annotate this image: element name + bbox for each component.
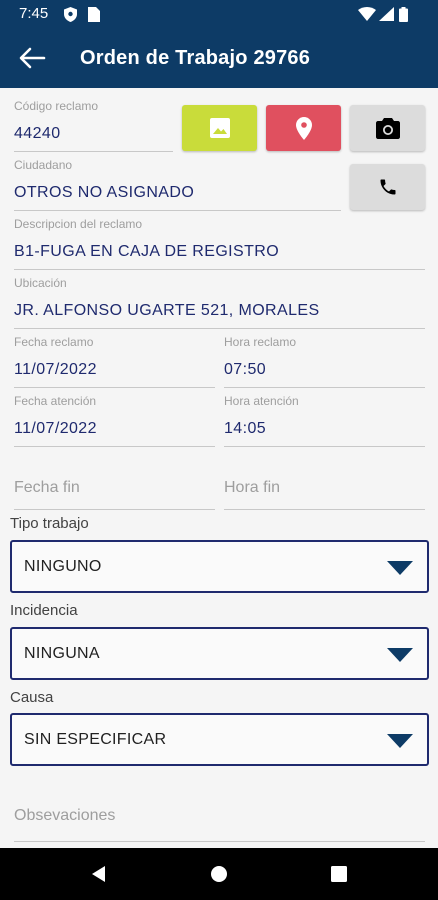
hora-fin-field[interactable]: Hora fin — [224, 479, 425, 510]
observaciones-placeholder[interactable]: Obsevaciones — [14, 807, 425, 829]
field-underline — [14, 328, 425, 329]
dropdown-caret-icon — [387, 648, 413, 662]
sim-icon — [88, 7, 100, 22]
field-underline — [224, 387, 425, 388]
codigo-reclamo-label: Código reclamo — [14, 99, 99, 113]
tipo-trabajo-label: Tipo trabajo — [10, 515, 89, 532]
back-arrow-icon[interactable] — [18, 46, 46, 70]
image-icon — [209, 118, 230, 138]
fecha-fin-field[interactable]: Fecha fin — [14, 479, 215, 510]
field-underline — [14, 210, 341, 211]
wifi-icon — [358, 7, 376, 21]
hora-reclamo-label: Hora reclamo — [224, 335, 297, 349]
system-nav-bar — [0, 848, 438, 900]
dropdown-caret-icon — [387, 561, 413, 575]
hora-reclamo-value[interactable]: 07:50 — [224, 361, 425, 383]
tipo-trabajo-value: NINGUNO — [24, 558, 102, 575]
shield-icon — [64, 7, 77, 22]
fecha-reclamo-value[interactable]: 11/07/2022 — [14, 361, 215, 383]
status-bar: 7:45 — [0, 0, 438, 28]
fecha-atencion-field[interactable]: Fecha atención 11/07/2022 — [14, 394, 215, 447]
phone-icon — [380, 179, 395, 195]
field-underline — [224, 509, 425, 510]
field-underline — [14, 509, 215, 510]
ubicacion-value[interactable]: JR. ALFONSO UGARTE 521, MORALES — [14, 302, 425, 324]
app-bar: Orden de Trabajo 29766 — [0, 28, 438, 88]
hora-reclamo-field[interactable]: Hora reclamo 07:50 — [224, 335, 425, 388]
ciudadano-label: Ciudadano — [14, 158, 73, 172]
descripcion-label: Descripcion del reclamo — [14, 217, 143, 231]
causa-dropdown[interactable]: SIN ESPECIFICAR — [10, 713, 429, 766]
incidencia-label: Incidencia — [10, 602, 78, 619]
nav-recents-icon[interactable] — [329, 864, 349, 884]
field-underline — [14, 269, 425, 270]
nav-home-icon[interactable] — [209, 864, 229, 884]
status-time: 7:45 — [19, 5, 49, 22]
incidencia-dropdown[interactable]: NINGUNA — [10, 627, 429, 680]
fecha-atencion-value[interactable]: 11/07/2022 — [14, 420, 215, 442]
fecha-atencion-label: Fecha atención — [14, 394, 97, 408]
codigo-reclamo-value[interactable]: 44240 — [14, 125, 173, 147]
hora-atencion-label: Hora atención — [224, 394, 299, 408]
hora-fin-placeholder[interactable]: Hora fin — [224, 479, 425, 501]
ubicacion-field[interactable]: Ubicación JR. ALFONSO UGARTE 521, MORALE… — [14, 276, 425, 329]
dropdown-caret-icon — [387, 734, 413, 748]
location-pin-icon — [295, 116, 312, 140]
tipo-trabajo-dropdown[interactable]: NINGUNO — [10, 540, 429, 593]
descripcion-field[interactable]: Descripcion del reclamo B1-FUGA EN CAJA … — [14, 217, 425, 270]
hora-atencion-field[interactable]: Hora atención 14:05 — [224, 394, 425, 447]
descripcion-value[interactable]: B1-FUGA EN CAJA DE REGISTRO — [14, 243, 425, 265]
hora-atencion-value[interactable]: 14:05 — [224, 420, 425, 442]
fecha-reclamo-field[interactable]: Fecha reclamo 11/07/2022 — [14, 335, 215, 388]
ciudadano-field[interactable]: Ciudadano OTROS NO ASIGNADO — [14, 158, 341, 211]
field-underline — [14, 841, 425, 842]
field-underline — [14, 446, 215, 447]
ubicacion-label: Ubicación — [14, 276, 67, 290]
causa-label: Causa — [10, 689, 54, 706]
page-title: Orden de Trabajo 29766 — [80, 47, 311, 69]
gallery-button[interactable] — [182, 105, 257, 151]
fecha-reclamo-label: Fecha reclamo — [14, 335, 94, 349]
codigo-reclamo-field[interactable]: Código reclamo 44240 — [14, 99, 173, 152]
ciudadano-value[interactable]: OTROS NO ASIGNADO — [14, 184, 341, 206]
field-underline — [224, 446, 425, 447]
observaciones-field[interactable]: Obsevaciones — [14, 807, 425, 842]
location-button[interactable] — [266, 105, 341, 151]
incidencia-value: NINGUNA — [24, 645, 100, 662]
signal-icon — [379, 7, 394, 21]
fecha-fin-placeholder[interactable]: Fecha fin — [14, 479, 215, 501]
nav-back-icon[interactable] — [89, 864, 109, 884]
camera-button[interactable] — [350, 105, 425, 151]
field-underline — [14, 151, 173, 152]
camera-icon — [375, 117, 400, 139]
causa-value: SIN ESPECIFICAR — [24, 731, 167, 748]
call-button[interactable] — [350, 164, 425, 210]
field-underline — [14, 387, 215, 388]
battery-icon — [399, 7, 408, 22]
